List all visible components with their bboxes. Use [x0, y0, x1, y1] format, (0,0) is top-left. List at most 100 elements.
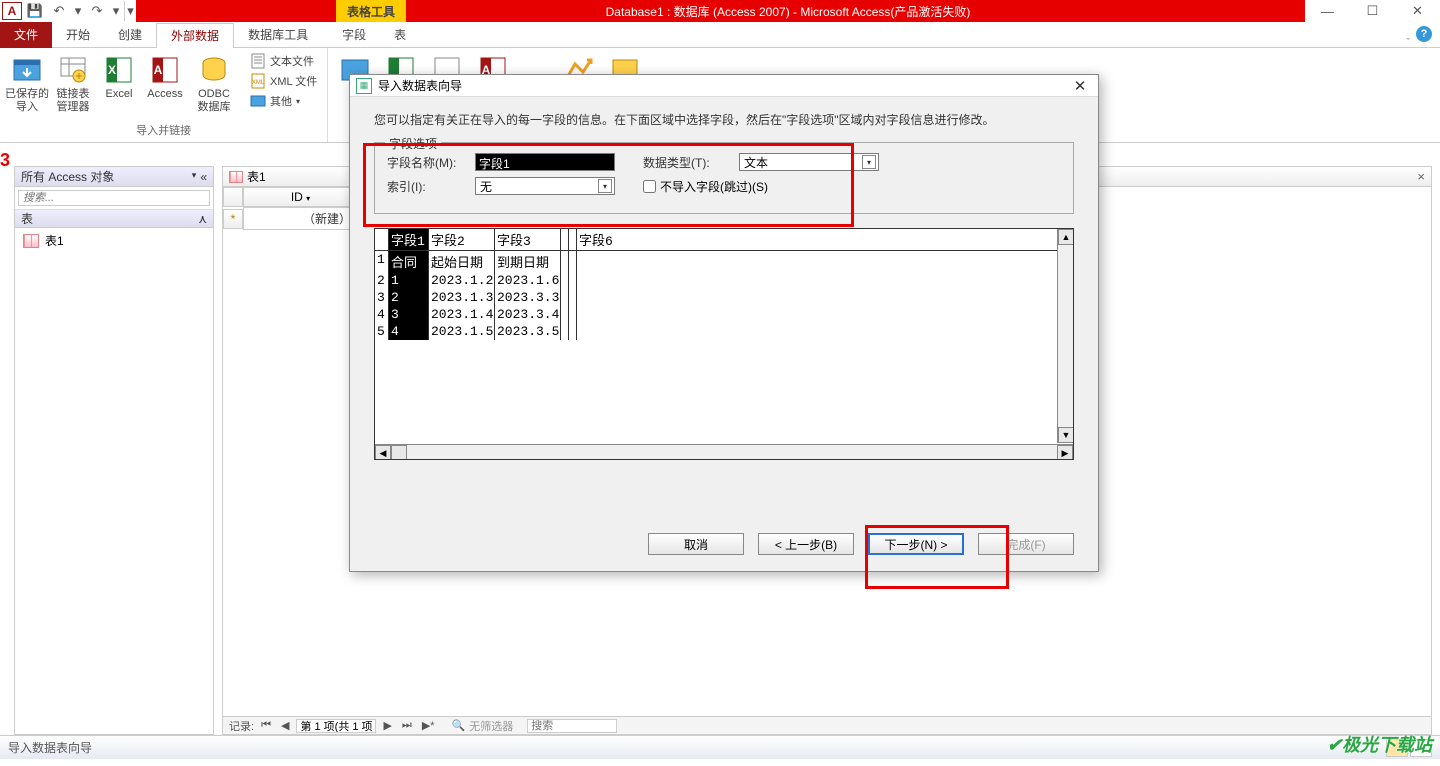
preview-vscrollbar[interactable]: ▲ ▼: [1057, 229, 1073, 443]
scroll-down-icon[interactable]: ▼: [1058, 427, 1074, 443]
nav-header[interactable]: 所有 Access 对象 ▾«: [15, 167, 213, 187]
preview-header-col3[interactable]: 字段3: [495, 229, 561, 250]
nav-collapse-icon[interactable]: ▾«: [192, 170, 207, 184]
next-button[interactable]: 下一步(N) >: [868, 533, 964, 555]
tab-create[interactable]: 创建: [104, 22, 156, 48]
xml-file-icon: XML: [250, 73, 266, 89]
preview-cell-col3[interactable]: 2023.3.3: [495, 289, 561, 306]
preview-cell-col5[interactable]: [569, 251, 577, 272]
preview-cell-col6[interactable]: [577, 289, 1073, 306]
preview-cell-col3[interactable]: 2023.3.4: [495, 306, 561, 323]
preview-cell-col1[interactable]: 1: [389, 272, 429, 289]
nav-item-table1[interactable]: 表1: [15, 228, 213, 253]
record-new-icon[interactable]: ▶*: [419, 719, 438, 732]
preview-cell-col6[interactable]: [577, 306, 1073, 323]
btn-import-text[interactable]: 文本文件: [246, 52, 321, 70]
preview-cell-col1[interactable]: 合同: [389, 251, 429, 272]
doc-tab[interactable]: 表1: [229, 168, 266, 185]
new-row-id-cell[interactable]: （新建）: [243, 207, 358, 230]
preview-cell-col1[interactable]: 4: [389, 323, 429, 340]
preview-cell-col4[interactable]: [561, 289, 569, 306]
preview-cell-col6[interactable]: [577, 272, 1073, 289]
dialog-close-icon[interactable]: ✕: [1068, 77, 1092, 95]
ribbon-minimize-icon[interactable]: ˬ: [1406, 28, 1410, 40]
preview-cell-col2[interactable]: 2023.1.2: [429, 272, 495, 289]
preview-cell-col4[interactable]: [561, 306, 569, 323]
chevron-down-icon: ▾: [598, 179, 612, 193]
scroll-thumb[interactable]: [391, 445, 407, 460]
tab-table[interactable]: 表: [380, 22, 420, 48]
qat-undo-dropdown[interactable]: ▾: [72, 1, 84, 21]
tab-fields[interactable]: 字段: [328, 22, 380, 48]
finish-button[interactable]: 完成(F): [978, 533, 1074, 555]
btn-import-xml[interactable]: XML XML 文件: [246, 72, 321, 90]
minimize-button[interactable]: —: [1305, 0, 1350, 22]
nav-section-collapse-icon[interactable]: ⋏: [198, 212, 207, 226]
nav-section-tables[interactable]: 表 ⋏: [15, 210, 213, 228]
preview-cell-col5[interactable]: [569, 272, 577, 289]
close-button[interactable]: ✕: [1395, 0, 1440, 22]
nav-search-input[interactable]: [18, 190, 210, 206]
help-icon[interactable]: ?: [1416, 26, 1432, 42]
preview-cell-col2[interactable]: 2023.1.5: [429, 323, 495, 340]
tab-home[interactable]: 开始: [52, 22, 104, 48]
tab-external-data[interactable]: 外部数据: [156, 23, 234, 49]
preview-header-col2[interactable]: 字段2: [429, 229, 495, 250]
row-selector-new[interactable]: *: [223, 209, 243, 229]
preview-cell-col5[interactable]: [569, 306, 577, 323]
datasheet-search-input[interactable]: [527, 719, 617, 733]
btn-import-excel[interactable]: X Excel: [98, 52, 140, 120]
qat-redo-dropdown[interactable]: ▾: [110, 1, 122, 21]
maximize-button[interactable]: ☐: [1350, 0, 1395, 22]
record-first-icon[interactable]: ⏮: [258, 719, 274, 732]
preview-cell-col2[interactable]: 2023.1.3: [429, 289, 495, 306]
preview-cell-col6[interactable]: [577, 251, 1073, 272]
tab-database-tools[interactable]: 数据库工具: [234, 22, 322, 48]
scroll-left-icon[interactable]: ◀: [375, 445, 391, 460]
scroll-up-icon[interactable]: ▲: [1058, 229, 1074, 245]
preview-cell-col2[interactable]: 起始日期: [429, 251, 495, 272]
preview-header-col1[interactable]: 字段1: [389, 229, 429, 250]
preview-cell-col2[interactable]: 2023.1.4: [429, 306, 495, 323]
data-type-select[interactable]: 文本 ▾: [739, 153, 879, 171]
col-header-id[interactable]: ID ▾: [243, 187, 358, 207]
preview-hscrollbar[interactable]: ◀ ▶: [375, 444, 1073, 460]
preview-cell-col1[interactable]: 2: [389, 289, 429, 306]
skip-field-input[interactable]: [643, 180, 656, 193]
qat-redo-icon[interactable]: ↷: [86, 1, 108, 21]
preview-cell-col3[interactable]: 2023.1.6: [495, 272, 561, 289]
field-name-input[interactable]: 字段1: [475, 153, 615, 171]
preview-cell-col4[interactable]: [561, 323, 569, 340]
preview-cell-col1[interactable]: 3: [389, 306, 429, 323]
cancel-button[interactable]: 取消: [648, 533, 744, 555]
preview-cell-col3[interactable]: 2023.3.5: [495, 323, 561, 340]
qat-customize[interactable]: ▾: [124, 1, 136, 21]
record-next-icon[interactable]: ▶: [380, 719, 394, 732]
record-last-icon[interactable]: ⏭: [399, 719, 415, 732]
preview-header-col6[interactable]: 字段6: [577, 229, 1073, 250]
btn-import-other[interactable]: 其他▾: [246, 92, 321, 110]
preview-cell-col6[interactable]: [577, 323, 1073, 340]
qat-save-icon[interactable]: 💾: [24, 1, 46, 21]
preview-cell-col5[interactable]: [569, 323, 577, 340]
select-all-corner[interactable]: [223, 187, 243, 207]
btn-import-odbc[interactable]: ODBC 数据库: [190, 52, 238, 120]
back-button[interactable]: < 上一步(B): [758, 533, 854, 555]
btn-linked-table-mgr[interactable]: 链接表 管理器: [52, 52, 94, 120]
preview-header-col4[interactable]: [561, 229, 569, 250]
preview-cell-col4[interactable]: [561, 272, 569, 289]
preview-cell-col3[interactable]: 到期日期: [495, 251, 561, 272]
preview-cell-col4[interactable]: [561, 251, 569, 272]
btn-import-access[interactable]: A Access: [144, 52, 186, 120]
qat-undo-icon[interactable]: ↶: [48, 1, 70, 21]
index-select[interactable]: 无 ▾: [475, 177, 615, 195]
preview-header-col5[interactable]: [569, 229, 577, 250]
scroll-right-icon[interactable]: ▶: [1057, 445, 1073, 460]
preview-cell-col5[interactable]: [569, 289, 577, 306]
btn-saved-imports[interactable]: 已保存的 导入: [6, 52, 48, 120]
record-prev-icon[interactable]: ◀: [278, 719, 292, 732]
skip-field-checkbox[interactable]: 不导入字段(跳过)(S): [643, 178, 768, 195]
doc-close-icon[interactable]: ×: [1417, 169, 1425, 184]
record-position-input[interactable]: [296, 719, 376, 733]
tab-file[interactable]: 文件: [0, 22, 52, 48]
